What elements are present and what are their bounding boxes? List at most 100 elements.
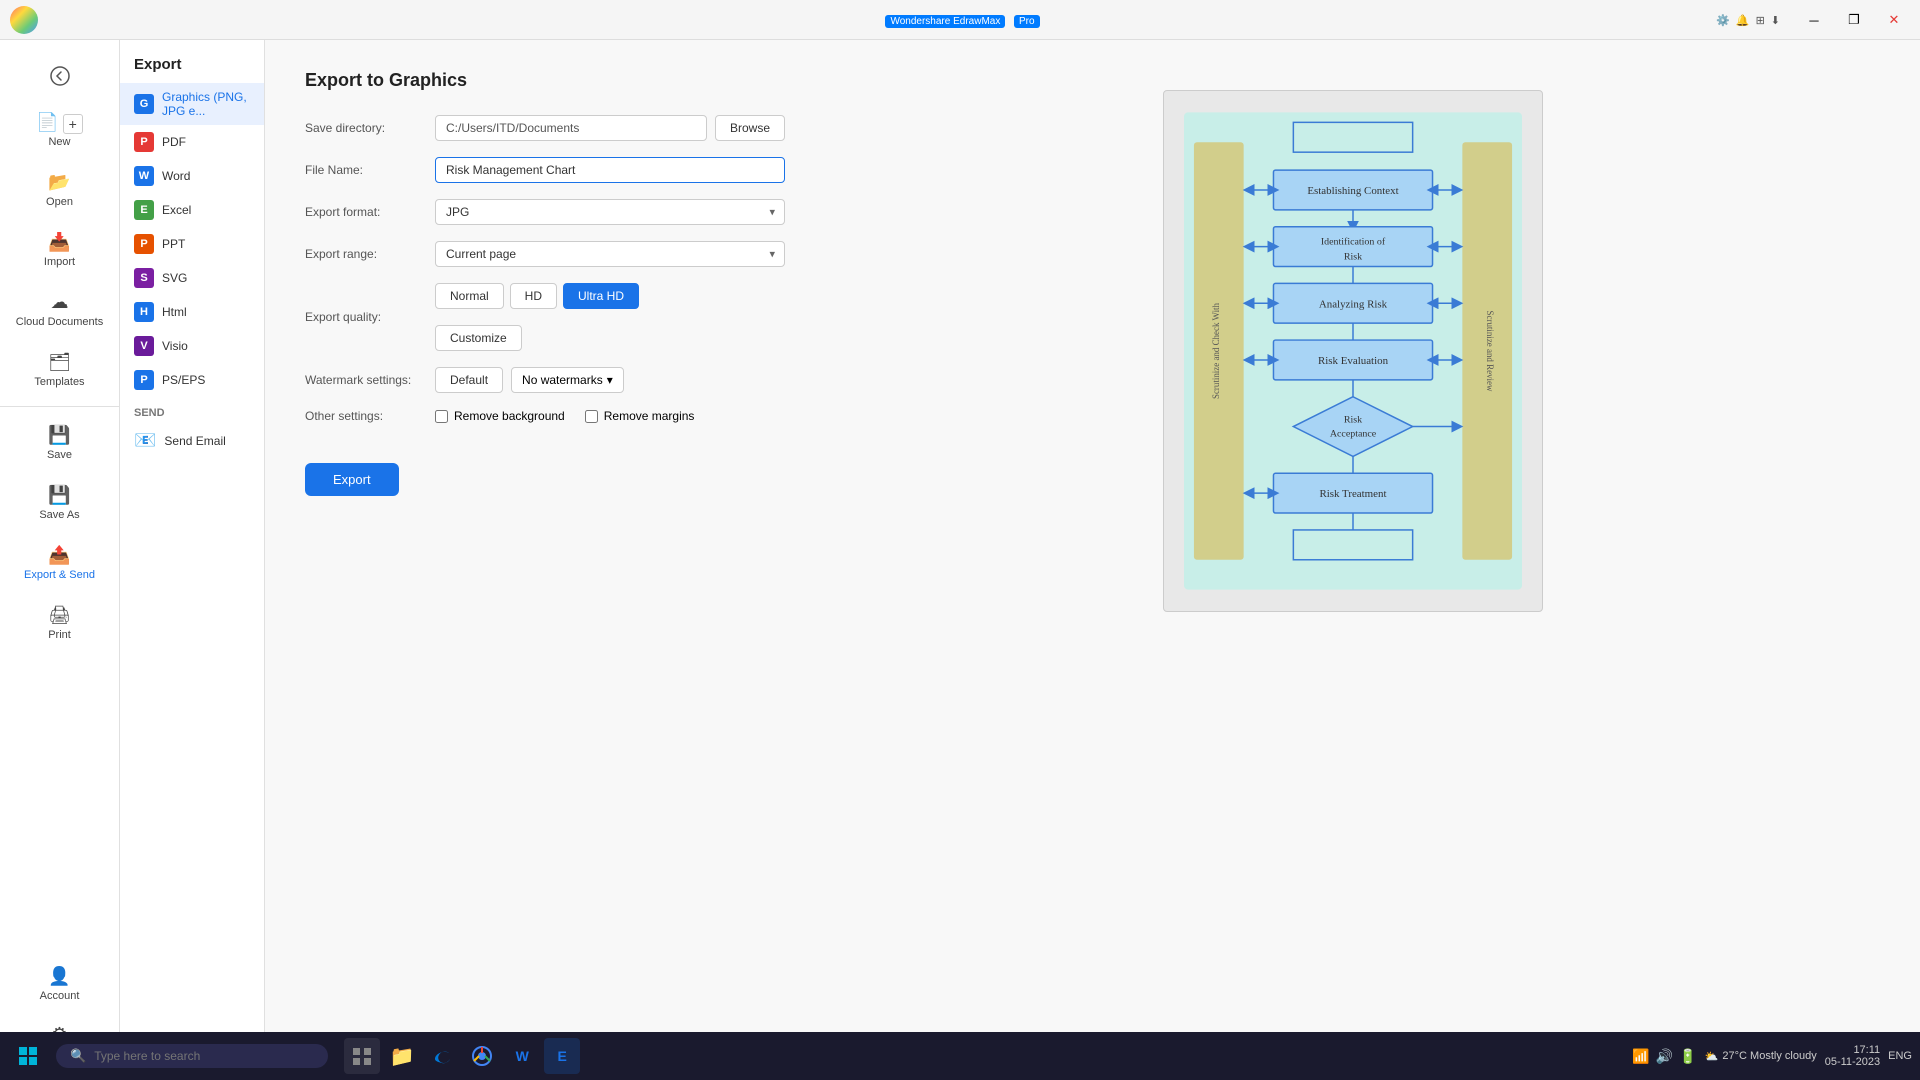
svg-icon: S <box>134 268 154 288</box>
sidebar-item-account-label: Account <box>40 990 80 1002</box>
sidebar-pdf[interactable]: P PDF <box>120 125 264 159</box>
export-range-select[interactable]: Current page All pages Selected objects <box>435 241 785 267</box>
sidebar-item-cloud[interactable]: ☁ Cloud Documents <box>6 282 113 338</box>
taskbar-app-edraw[interactable]: E <box>544 1038 580 1074</box>
pdf-icon: P <box>134 132 154 152</box>
user-avatar[interactable] <box>10 6 38 34</box>
svg-text:Scrutinize and Check With: Scrutinize and Check With <box>1210 302 1220 399</box>
export-range-control: Current page All pages Selected objects <box>435 241 785 267</box>
file-name-input[interactable] <box>435 157 785 183</box>
graphics-label: Graphics (PNG, JPG e... <box>162 90 250 118</box>
html-icon: H <box>134 302 154 322</box>
sidebar-pseps[interactable]: P PS/EPS <box>120 363 264 397</box>
taskbar-right: 📶 🔊 🔋 ⛅ 27°C Mostly cloudy 17:11 05-11-2… <box>1632 1044 1912 1068</box>
sidebar-word[interactable]: W Word <box>120 159 264 193</box>
svg-text:Risk: Risk <box>1343 252 1361 263</box>
sidebar-item-open[interactable]: 📂 Open <box>6 162 113 218</box>
sidebar-item-export-label: Export & Send <box>24 569 95 581</box>
remove-margins-checkbox[interactable]: Remove margins <box>585 409 695 423</box>
sidebar-graphics[interactable]: G Graphics (PNG, JPG e... <box>120 83 264 125</box>
watermark-default-btn[interactable]: Default <box>435 367 503 393</box>
pseps-icon: P <box>134 370 154 390</box>
new-add-icon[interactable]: + <box>63 114 83 134</box>
titlebar: Wondershare EdrawMax Pro ⚙️ 🔔 ⊞ ⬇ ─ ❐ ✕ <box>0 0 1920 40</box>
quality-normal[interactable]: Normal <box>435 283 504 309</box>
taskbar-sys-icons: 📶 🔊 🔋 <box>1632 1048 1696 1065</box>
toolbar-icon-2[interactable]: 🔔 <box>1736 14 1750 27</box>
sidebar-item-templates[interactable]: 🗂 Templates <box>6 342 113 398</box>
export-icon: 📤 <box>48 545 70 566</box>
taskbar-app-chrome[interactable] <box>464 1038 500 1074</box>
sidebar-wide-title: Export <box>120 50 264 83</box>
save-directory-control: Browse <box>435 115 785 141</box>
sidebar-item-import[interactable]: 📥 Import <box>6 222 113 278</box>
svg-text:Acceptance: Acceptance <box>1329 428 1376 439</box>
taskbar-app-files[interactable] <box>344 1038 380 1074</box>
taskbar-app-edge[interactable] <box>424 1038 460 1074</box>
volume-icon[interactable]: 🔊 <box>1656 1048 1673 1065</box>
close-button[interactable]: ✕ <box>1878 4 1910 36</box>
save-directory-input[interactable] <box>435 115 707 141</box>
remove-margins-input[interactable] <box>585 410 598 423</box>
taskbar-search[interactable]: 🔍 <box>56 1044 328 1068</box>
other-settings-row: Other settings: Remove background Remove… <box>305 409 785 423</box>
sidebar-svg[interactable]: S SVG <box>120 261 264 295</box>
graphics-icon: G <box>134 94 154 114</box>
toolbar-icon-1[interactable]: ⚙️ <box>1716 14 1730 27</box>
print-icon: 🖨 <box>48 605 71 626</box>
taskbar-search-input[interactable] <box>94 1049 314 1063</box>
taskbar-app-word[interactable]: W <box>504 1038 540 1074</box>
customize-button[interactable]: Customize <box>435 325 522 351</box>
pro-badge: Pro <box>1014 15 1040 28</box>
toolbar-icon-3[interactable]: ⊞ <box>1756 14 1765 27</box>
quality-hd[interactable]: HD <box>510 283 557 309</box>
battery-icon[interactable]: 🔋 <box>1679 1048 1696 1065</box>
quality-group: Normal HD Ultra HD <box>435 283 785 309</box>
export-button[interactable]: Export <box>305 463 399 496</box>
svg-text:Establishing Context: Establishing Context <box>1307 185 1398 197</box>
start-button[interactable] <box>8 1036 48 1076</box>
language-indicator: ENG <box>1888 1050 1912 1062</box>
sidebar-html[interactable]: H Html <box>120 295 264 329</box>
watermark-chevron: ▾ <box>607 373 613 387</box>
weather-icon: ⛅ <box>1705 1050 1719 1063</box>
sidebar-visio[interactable]: V Visio <box>120 329 264 363</box>
minimize-button[interactable]: ─ <box>1798 4 1830 36</box>
browse-button[interactable]: Browse <box>715 115 785 141</box>
quality-uhd[interactable]: Ultra HD <box>563 283 639 309</box>
sidebar-excel[interactable]: E Excel <box>120 193 264 227</box>
sidebar-item-save-label: Save <box>47 449 72 461</box>
ppt-icon: P <box>134 234 154 254</box>
remove-background-input[interactable] <box>435 410 448 423</box>
sidebar-item-print[interactable]: 🖨 Print <box>6 595 113 651</box>
svg-text:Scrutinize and Review: Scrutinize and Review <box>1485 311 1495 392</box>
word-label: Word <box>162 169 190 183</box>
file-name-label: File Name: <box>305 163 435 177</box>
account-icon: 👤 <box>48 966 70 987</box>
svg-text:Risk Evaluation: Risk Evaluation <box>1317 355 1388 367</box>
sidebar-item-import-label: Import <box>44 256 75 268</box>
back-button[interactable] <box>40 56 80 96</box>
sidebar-item-account[interactable]: 👤 Account <box>6 956 113 1012</box>
restore-button[interactable]: ❐ <box>1838 4 1870 36</box>
taskbar-app-folder[interactable]: 📁 <box>384 1038 420 1074</box>
sidebar-item-saveas[interactable]: 💾 Save As <box>6 475 113 531</box>
export-format-row: Export format: JPG PNG BMP TIFF GIF <box>305 199 785 225</box>
sidebar-item-save[interactable]: 💾 Save <box>6 415 113 471</box>
export-format-select[interactable]: JPG PNG BMP TIFF GIF <box>435 199 785 225</box>
taskbar-datetime: 17:11 05-11-2023 <box>1825 1044 1880 1068</box>
sidebar-send-email[interactable]: 📧 Send Email <box>120 423 264 458</box>
toolbar-icon-4[interactable]: ⬇ <box>1771 14 1780 27</box>
pseps-label: PS/EPS <box>162 373 205 387</box>
sidebar-ppt[interactable]: P PPT <box>120 227 264 261</box>
export-heading: Export to Graphics <box>305 70 785 91</box>
sidebar-item-export[interactable]: 📤 Export & Send <box>6 535 113 591</box>
remove-background-checkbox[interactable]: Remove background <box>435 409 565 423</box>
network-icon[interactable]: 📶 <box>1632 1048 1649 1065</box>
pdf-label: PDF <box>162 135 186 149</box>
taskbar-weather: ⛅ 27°C Mostly cloudy <box>1705 1050 1817 1063</box>
other-settings-control: Remove background Remove margins <box>435 409 785 423</box>
search-icon: 🔍 <box>70 1048 86 1064</box>
watermark-select[interactable]: No watermarks ▾ <box>511 367 624 393</box>
sidebar-item-new[interactable]: 📄 + New <box>6 102 113 158</box>
